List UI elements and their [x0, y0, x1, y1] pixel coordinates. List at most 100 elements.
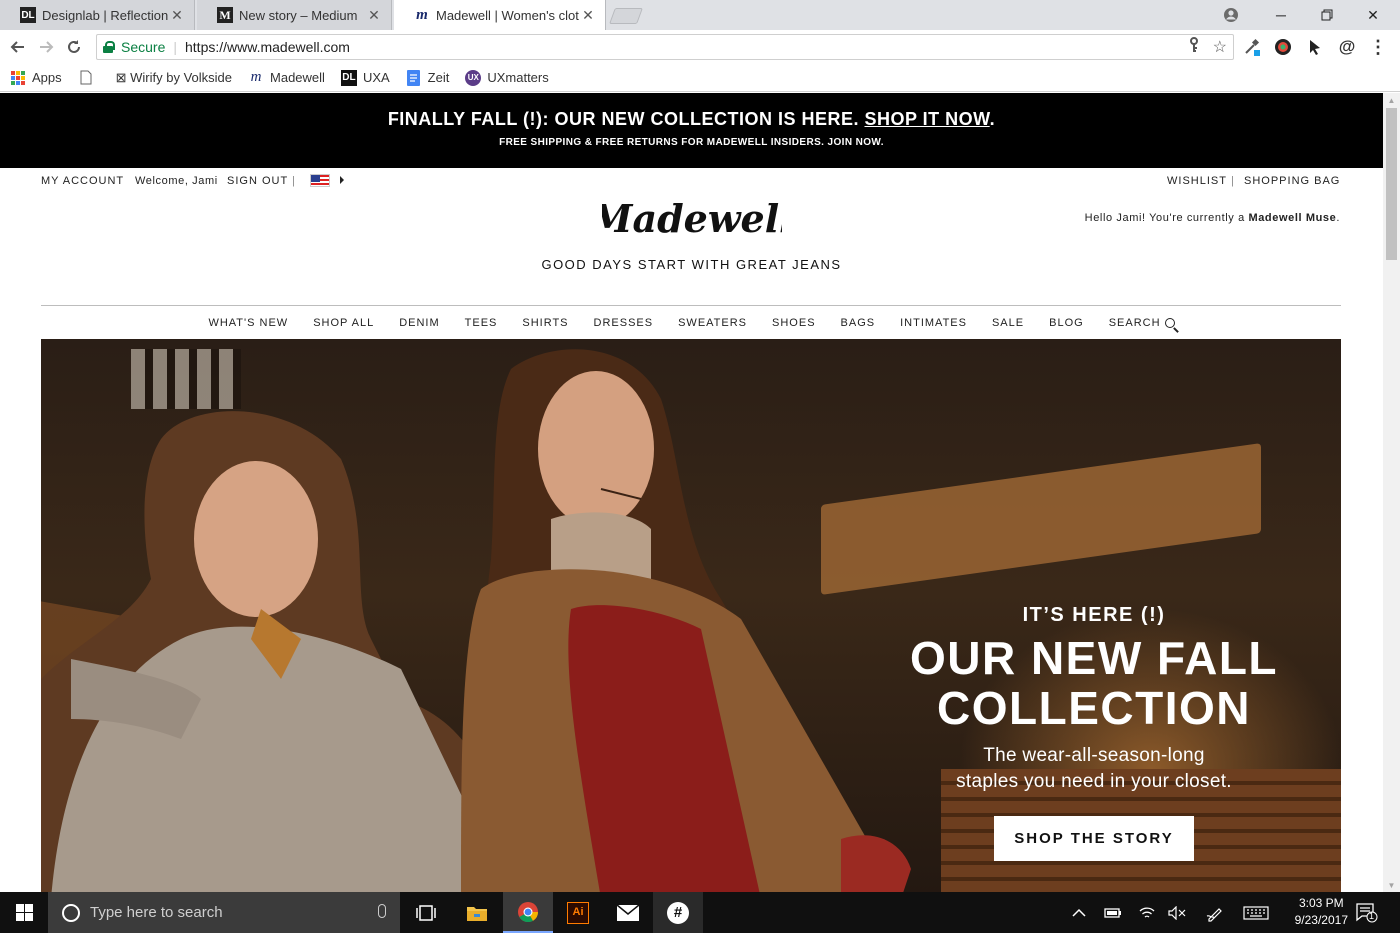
profile-icon[interactable]	[1208, 0, 1254, 30]
bookmark-uxa[interactable]: DL UXA	[340, 69, 390, 86]
slack-icon[interactable]: #	[653, 892, 703, 933]
nav-search-label: SEARCH	[1108, 317, 1161, 329]
tab-designlab[interactable]: DL Designlab | Reflection po ✕	[0, 0, 195, 30]
start-button[interactable]	[0, 892, 48, 933]
bookmark-label: Apps	[32, 70, 62, 85]
nav-shop-all[interactable]: SHOP ALL	[313, 317, 374, 329]
close-tab-icon[interactable]: ✕	[581, 7, 595, 24]
nav-sale[interactable]: SALE	[992, 317, 1024, 329]
volume-muted-icon[interactable]	[1168, 892, 1186, 933]
pointer-extension-icon[interactable]	[1305, 37, 1325, 57]
color-picker-extension-icon[interactable]	[1273, 37, 1293, 57]
caret-right-icon[interactable]	[340, 176, 344, 184]
pen-workspace-icon[interactable]	[1206, 892, 1224, 933]
medium-favicon-icon: M	[217, 7, 233, 23]
shop-it-now-link[interactable]: SHOP IT NOW	[864, 109, 989, 129]
wifi-icon[interactable]	[1139, 892, 1155, 933]
tab-medium[interactable]: M New story – Medium ✕	[197, 0, 392, 30]
close-tab-icon[interactable]: ✕	[367, 7, 381, 24]
forward-arrow-icon[interactable]	[34, 35, 58, 59]
nav-whats-new[interactable]: WHAT'S NEW	[208, 317, 288, 329]
bookmark-page[interactable]	[78, 70, 100, 86]
shopping-bag-link[interactable]: SHOPPING BAG	[1244, 175, 1340, 187]
illustrator-icon[interactable]: Ai	[553, 892, 603, 933]
nav-sweaters[interactable]: SWEATERS	[678, 317, 747, 329]
chrome-taskbar-icon[interactable]	[503, 892, 553, 933]
battery-icon[interactable]	[1104, 892, 1122, 933]
close-window-icon[interactable]: ✕	[1350, 0, 1396, 30]
show-hidden-icons[interactable]	[1072, 892, 1086, 933]
bookmark-uxmatters[interactable]: UX UXmatters	[465, 69, 549, 86]
bookmarks-bar: Apps ⊠ Wirify by Volkside m Madewell DL …	[0, 64, 1400, 92]
address-bar[interactable]: Secure | https://www.madewell.com ☆	[96, 34, 1234, 60]
bookmark-wirify[interactable]: ⊠ Wirify by Volkside	[116, 70, 232, 86]
utility-divider: |	[292, 175, 296, 187]
reload-icon[interactable]	[62, 35, 86, 59]
scrollbar-thumb[interactable]	[1386, 108, 1397, 260]
madewell-favicon-icon: m	[416, 7, 428, 23]
page-scrollbar[interactable]: ▲ ▼	[1383, 93, 1400, 892]
muse-period: .	[1336, 212, 1340, 224]
keyboard-icon[interactable]	[1243, 892, 1269, 933]
hero-subtext-line1: The wear-all-season-long	[983, 745, 1205, 766]
hero-banner[interactable]: IT’S HERE (!) OUR NEW FALL COLLECTION Th…	[41, 339, 1341, 892]
us-flag-icon[interactable]	[310, 174, 330, 187]
bookmark-star-icon[interactable]: ☆	[1213, 37, 1227, 58]
nav-blog[interactable]: BLOG	[1049, 317, 1084, 329]
nav-shoes[interactable]: SHOES	[772, 317, 816, 329]
nav-bags[interactable]: BAGS	[841, 317, 876, 329]
sign-out-link[interactable]: SIGN OUT	[227, 175, 288, 187]
bookmark-zeit[interactable]: Zeit	[406, 69, 449, 86]
task-view-icon[interactable]	[401, 892, 451, 933]
nav-search[interactable]: SEARCH	[1109, 317, 1175, 329]
bookmark-madewell[interactable]: m Madewell	[248, 69, 325, 86]
chrome-menu-icon[interactable]: ⋮	[1368, 37, 1388, 57]
scroll-down-arrow-icon[interactable]: ▼	[1383, 878, 1400, 892]
system-clock[interactable]: 3:03 PM 9/23/2017	[1295, 895, 1348, 929]
new-tab-button[interactable]	[609, 8, 643, 24]
join-now-link[interactable]: JOIN NOW	[828, 137, 881, 148]
madewell-icon: m	[250, 69, 262, 85]
my-account-link[interactable]: MY ACCOUNT	[41, 175, 124, 187]
wishlist-link[interactable]: WISHLIST	[1167, 175, 1227, 187]
microphone-icon[interactable]	[378, 904, 386, 918]
key-icon[interactable]	[1187, 37, 1201, 58]
eyedropper-extension-icon[interactable]	[1242, 37, 1262, 57]
restore-icon[interactable]	[1304, 0, 1350, 30]
promo-text: FINALLY FALL (!): OUR NEW COLLECTION IS …	[387, 109, 865, 129]
muse-level: Madewell Muse	[1248, 212, 1337, 224]
file-explorer-icon[interactable]	[452, 892, 502, 933]
back-arrow-icon[interactable]	[6, 35, 30, 59]
promo-period: .	[880, 137, 884, 148]
page-viewport: FINALLY FALL (!): OUR NEW COLLECTION IS …	[0, 93, 1383, 892]
nav-intimates[interactable]: INTIMATES	[900, 317, 967, 329]
at-sign-extension-icon[interactable]: @	[1337, 37, 1357, 57]
close-tab-icon[interactable]: ✕	[170, 7, 184, 24]
tab-title: Designlab | Reflection po	[42, 7, 170, 23]
nav-denim[interactable]: DENIM	[399, 317, 439, 329]
nav-shirts[interactable]: SHIRTS	[522, 317, 568, 329]
nav-dresses[interactable]: DRESSES	[594, 317, 654, 329]
bookmark-apps[interactable]: Apps	[10, 70, 62, 86]
url-text: https://www.madewell.com	[185, 39, 350, 55]
bookmark-label: Madewell	[270, 70, 325, 85]
doc-icon	[406, 69, 422, 86]
tab-title: New story – Medium	[239, 7, 358, 23]
clock-date: 9/23/2017	[1294, 913, 1348, 927]
minimize-icon[interactable]: ─	[1258, 0, 1304, 30]
dl-icon: DL	[340, 69, 357, 86]
shop-the-story-button[interactable]: SHOP THE STORY	[994, 816, 1194, 861]
mail-icon[interactable]	[603, 892, 653, 933]
nav-tees[interactable]: TEES	[465, 317, 498, 329]
hero-headline-line1: OUR NEW FALL	[909, 632, 1279, 684]
secure-lock-icon	[103, 41, 115, 53]
scroll-up-arrow-icon[interactable]: ▲	[1383, 93, 1400, 107]
madewell-wordmark: Madewell	[602, 196, 782, 241]
action-center-icon[interactable]: 1	[1356, 892, 1378, 933]
brand-tagline: GOOD DAYS START WITH GREAT JEANS	[541, 257, 842, 272]
main-navigation: WHAT'S NEW SHOP ALL DENIM TEES SHIRTS DR…	[0, 317, 1383, 329]
hero-kicker: IT’S HERE (!)	[1022, 604, 1166, 626]
notification-count: 1	[1369, 911, 1375, 921]
tab-madewell[interactable]: m Madewell | Women's clot ✕	[394, 0, 606, 31]
taskbar-search-box[interactable]: Type here to search	[48, 892, 400, 933]
